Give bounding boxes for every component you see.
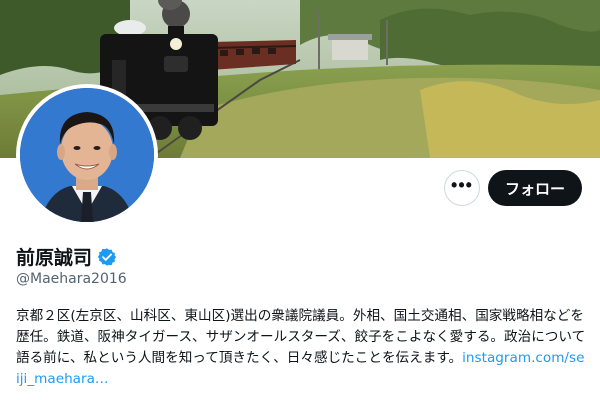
user-handle: @Maehara2016 — [16, 271, 127, 287]
avatar[interactable] — [16, 84, 158, 226]
avatar-photo — [20, 88, 154, 222]
more-options-button[interactable]: ••• — [444, 170, 480, 206]
profile-name-row: 前原誠司 — [16, 243, 117, 270]
more-icon: ••• — [451, 175, 473, 195]
follow-button[interactable]: フォロー — [488, 170, 582, 206]
profile-bio: 京都２区(左京区、山科区、東山区)選出の衆議院議員。外相、国土交通相、国家戦略相… — [16, 306, 586, 390]
verified-badge-icon[interactable] — [97, 247, 117, 267]
display-name: 前原誠司 — [16, 247, 93, 269]
